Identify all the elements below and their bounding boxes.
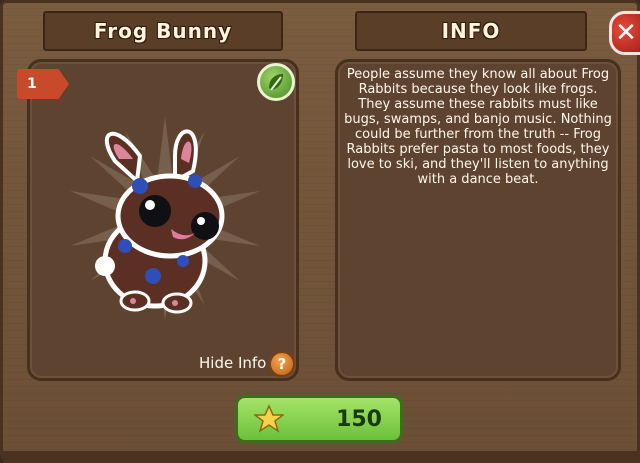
hide-info-link[interactable]: Hide Info: [199, 354, 266, 372]
question-icon: ?: [277, 355, 287, 373]
star-icon: [254, 404, 284, 433]
footer-strip: [3, 451, 640, 463]
buy-button[interactable]: 150: [235, 395, 403, 443]
help-button[interactable]: ?: [269, 351, 295, 377]
pet-description: People assume they know all about Frog R…: [344, 67, 612, 187]
pet-name: Frog Bunny: [93, 19, 233, 43]
frog-bunny-image: [70, 116, 260, 321]
level-tab: 1: [17, 69, 69, 99]
close-icon: ✕: [615, 18, 637, 48]
leaf-icon: [257, 63, 295, 101]
price-value: 150: [336, 406, 382, 432]
level-number: 1: [27, 76, 37, 92]
info-heading: INFO: [441, 19, 501, 43]
close-button[interactable]: ✕: [609, 11, 640, 55]
pet-info-panel: Frog Bunny INFO 1 People assume they kno…: [0, 0, 640, 463]
info-heading-plank: INFO: [355, 11, 587, 51]
pet-name-plank: Frog Bunny: [43, 11, 283, 51]
